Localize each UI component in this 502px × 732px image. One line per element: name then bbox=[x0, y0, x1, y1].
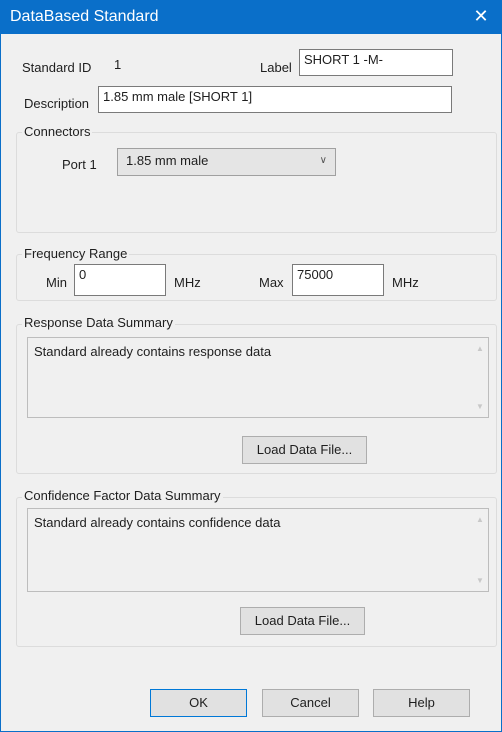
response-data-text-content: Standard already contains response data bbox=[34, 344, 272, 359]
chevron-down-icon: ∨ bbox=[319, 155, 327, 166]
response-data-text[interactable]: Standard already contains response data … bbox=[27, 337, 489, 418]
response-data-group-title: Response Data Summary bbox=[22, 315, 175, 330]
port1-select[interactable]: 1.85 mm male ∨ bbox=[117, 148, 336, 176]
confidence-data-scrollbar[interactable]: ▲ ▼ bbox=[472, 509, 488, 591]
scroll-up-icon[interactable]: ▲ bbox=[476, 344, 484, 353]
max-frequency-input[interactable]: 75000 bbox=[292, 264, 384, 296]
min-unit: MHz bbox=[174, 275, 201, 290]
standard-id-label: Standard ID bbox=[22, 60, 92, 75]
response-data-scrollbar[interactable]: ▲ ▼ bbox=[472, 338, 488, 417]
confidence-data-group-title: Confidence Factor Data Summary bbox=[22, 488, 223, 503]
description-label: Description bbox=[24, 96, 90, 111]
help-button[interactable]: Help bbox=[373, 689, 470, 717]
label-input[interactable]: SHORT 1 -M- bbox=[299, 49, 453, 76]
min-frequency-input[interactable]: 0 bbox=[74, 264, 166, 296]
cancel-button[interactable]: Cancel bbox=[262, 689, 359, 717]
frequency-range-group-title: Frequency Range bbox=[22, 246, 130, 261]
ok-button[interactable]: OK bbox=[150, 689, 247, 717]
max-unit: MHz bbox=[392, 275, 419, 290]
title-bar[interactable]: DataBased Standard ✕ bbox=[0, 0, 502, 34]
load-confidence-data-button[interactable]: Load Data File... bbox=[240, 607, 365, 635]
scroll-down-icon[interactable]: ▼ bbox=[476, 576, 484, 585]
scroll-up-icon[interactable]: ▲ bbox=[476, 515, 484, 524]
min-label: Min bbox=[46, 275, 67, 290]
connectors-group-title: Connectors bbox=[22, 124, 93, 139]
load-response-data-button[interactable]: Load Data File... bbox=[242, 436, 367, 464]
window-title: DataBased Standard bbox=[10, 8, 159, 25]
confidence-data-text-content: Standard already contains confidence dat… bbox=[34, 515, 281, 530]
confidence-data-text[interactable]: Standard already contains confidence dat… bbox=[27, 508, 489, 592]
port1-label: Port 1 bbox=[62, 157, 97, 172]
scroll-down-icon[interactable]: ▼ bbox=[476, 402, 484, 411]
label-field-label: Label bbox=[260, 60, 292, 75]
standard-id-value: 1 bbox=[114, 57, 122, 72]
description-input[interactable]: 1.85 mm male [SHORT 1] bbox=[98, 86, 452, 113]
port1-select-value: 1.85 mm male bbox=[126, 153, 209, 168]
close-icon[interactable]: ✕ bbox=[470, 5, 492, 27]
max-label: Max bbox=[259, 275, 284, 290]
